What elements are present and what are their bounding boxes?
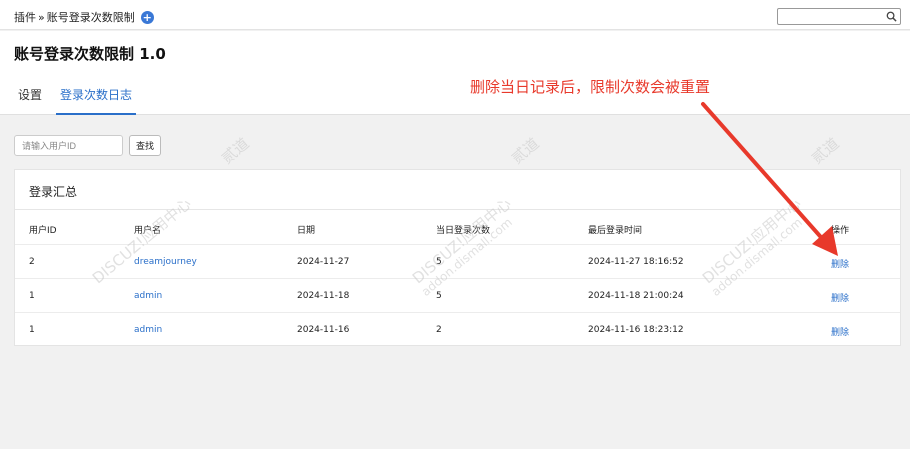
annotation-text: 删除当日记录后，限制次数会被重置: [470, 78, 711, 96]
active-tab-indicator: [56, 113, 136, 115]
cell-last-login: 2024-11-27 18:16:52: [588, 257, 684, 267]
column-header-username: 用户名: [134, 226, 162, 236]
column-header-date: 日期: [297, 226, 316, 236]
cell-count: 5: [436, 257, 442, 267]
panel-title: 登录汇总: [15, 170, 900, 210]
cell-date: 2024-11-18: [297, 291, 350, 301]
cell-user-id: 1: [29, 291, 35, 301]
top-bar: 插件 » 账号登录次数限制 +: [0, 0, 910, 30]
login-summary-panel: 登录汇总 用户ID 用户名 日期 当日登录次数 最后登录时间 操作 2 drea…: [14, 169, 901, 346]
breadcrumb-separator: »: [38, 10, 45, 24]
cell-count: 5: [436, 291, 442, 301]
add-shortcut-icon[interactable]: +: [140, 10, 154, 24]
search-icon[interactable]: [886, 11, 897, 22]
cell-count: 2: [436, 325, 442, 335]
find-button[interactable]: 查找: [129, 135, 161, 156]
username-link[interactable]: admin: [134, 291, 162, 301]
breadcrumb: 插件 » 账号登录次数限制 +: [14, 9, 154, 25]
cell-last-login: 2024-11-18 21:00:24: [588, 291, 684, 301]
column-header-count: 当日登录次数: [436, 226, 491, 236]
cell-last-login: 2024-11-16 18:23:12: [588, 325, 684, 335]
column-header-action: 操作: [831, 226, 850, 236]
watermark-mark: 贰道: [508, 134, 543, 168]
page-header: 账号登录次数限制 1.0 设置 登录次数日志 删除当日记录后，限制次数会被重置: [0, 31, 910, 115]
cell-user-id: 1: [29, 325, 35, 335]
username-link[interactable]: dreamjourney: [134, 257, 197, 267]
table-row: 2 dreamjourney 2024-11-27 5 2024-11-27 1…: [15, 245, 900, 279]
search-input[interactable]: [778, 14, 882, 29]
table-header-row: 用户ID 用户名 日期 当日登录次数 最后登录时间 操作: [15, 211, 900, 245]
cell-date: 2024-11-16: [297, 325, 350, 335]
delete-link[interactable]: 删除: [831, 291, 849, 304]
user-id-input[interactable]: [14, 135, 123, 156]
delete-link[interactable]: 删除: [831, 257, 849, 270]
tab-settings[interactable]: 设置: [18, 86, 42, 103]
table-row: 1 admin 2024-11-16 2 2024-11-16 18:23:12…: [15, 313, 900, 347]
page-title: 账号登录次数限制 1.0: [14, 45, 166, 63]
column-header-last-login: 最后登录时间: [588, 226, 643, 236]
delete-link[interactable]: 删除: [831, 325, 849, 338]
search-box[interactable]: [777, 8, 901, 29]
username-link[interactable]: admin: [134, 325, 162, 335]
watermark-mark: 贰道: [808, 134, 843, 168]
filter-bar: 查找: [14, 135, 161, 156]
table-row: 1 admin 2024-11-18 5 2024-11-18 21:00:24…: [15, 279, 900, 313]
breadcrumb-current: 账号登录次数限制: [46, 11, 135, 24]
cell-user-id: 2: [29, 257, 35, 267]
watermark-mark: 贰道: [218, 134, 253, 168]
cell-date: 2024-11-27: [297, 257, 350, 267]
breadcrumb-root[interactable]: 插件: [14, 9, 36, 25]
column-header-user-id: 用户ID: [29, 226, 57, 236]
tab-login-log[interactable]: 登录次数日志: [60, 86, 132, 103]
